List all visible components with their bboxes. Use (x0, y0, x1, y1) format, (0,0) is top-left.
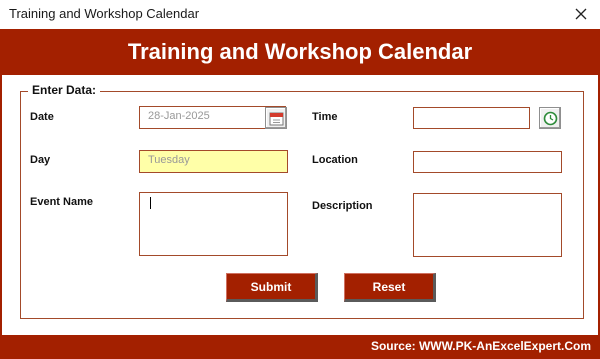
clock-icon (543, 111, 557, 125)
reset-button[interactable]: Reset (344, 273, 436, 302)
frame-legend: Enter Data: (28, 83, 101, 97)
calendar-icon (269, 112, 283, 125)
window-titlebar: Training and Workshop Calendar (0, 0, 600, 29)
time-field[interactable] (413, 107, 530, 129)
footer-bar: Source: WWW.PK-AnExcelExpert.Com (2, 335, 598, 359)
description-field[interactable] (413, 193, 562, 257)
source-text: Source: WWW.PK-AnExcelExpert.Com (370, 339, 591, 353)
close-button[interactable] (568, 2, 594, 26)
event-name-field[interactable] (139, 192, 288, 256)
location-field[interactable] (413, 151, 562, 173)
location-label: Location (312, 154, 358, 166)
time-label: Time (312, 111, 338, 123)
text-cursor (150, 197, 151, 209)
event-name-label: Event Name (30, 196, 93, 208)
form-body: Training and Workshop Calendar Enter Dat… (0, 29, 600, 359)
date-picker-button[interactable] (265, 107, 287, 129)
description-label: Description (312, 200, 373, 212)
window-title: Training and Workshop Calendar (9, 6, 200, 21)
submit-button[interactable]: Submit (226, 273, 318, 302)
day-label: Day (30, 154, 51, 166)
date-label: Date (30, 111, 54, 123)
date-field[interactable]: 28-Jan-2025 (139, 106, 286, 129)
time-picker-button[interactable] (539, 107, 561, 129)
close-icon (575, 8, 587, 20)
banner-title: Training and Workshop Calendar (127, 39, 473, 64)
day-field[interactable]: Tuesday (139, 150, 288, 173)
header-banner: Training and Workshop Calendar (2, 29, 598, 75)
